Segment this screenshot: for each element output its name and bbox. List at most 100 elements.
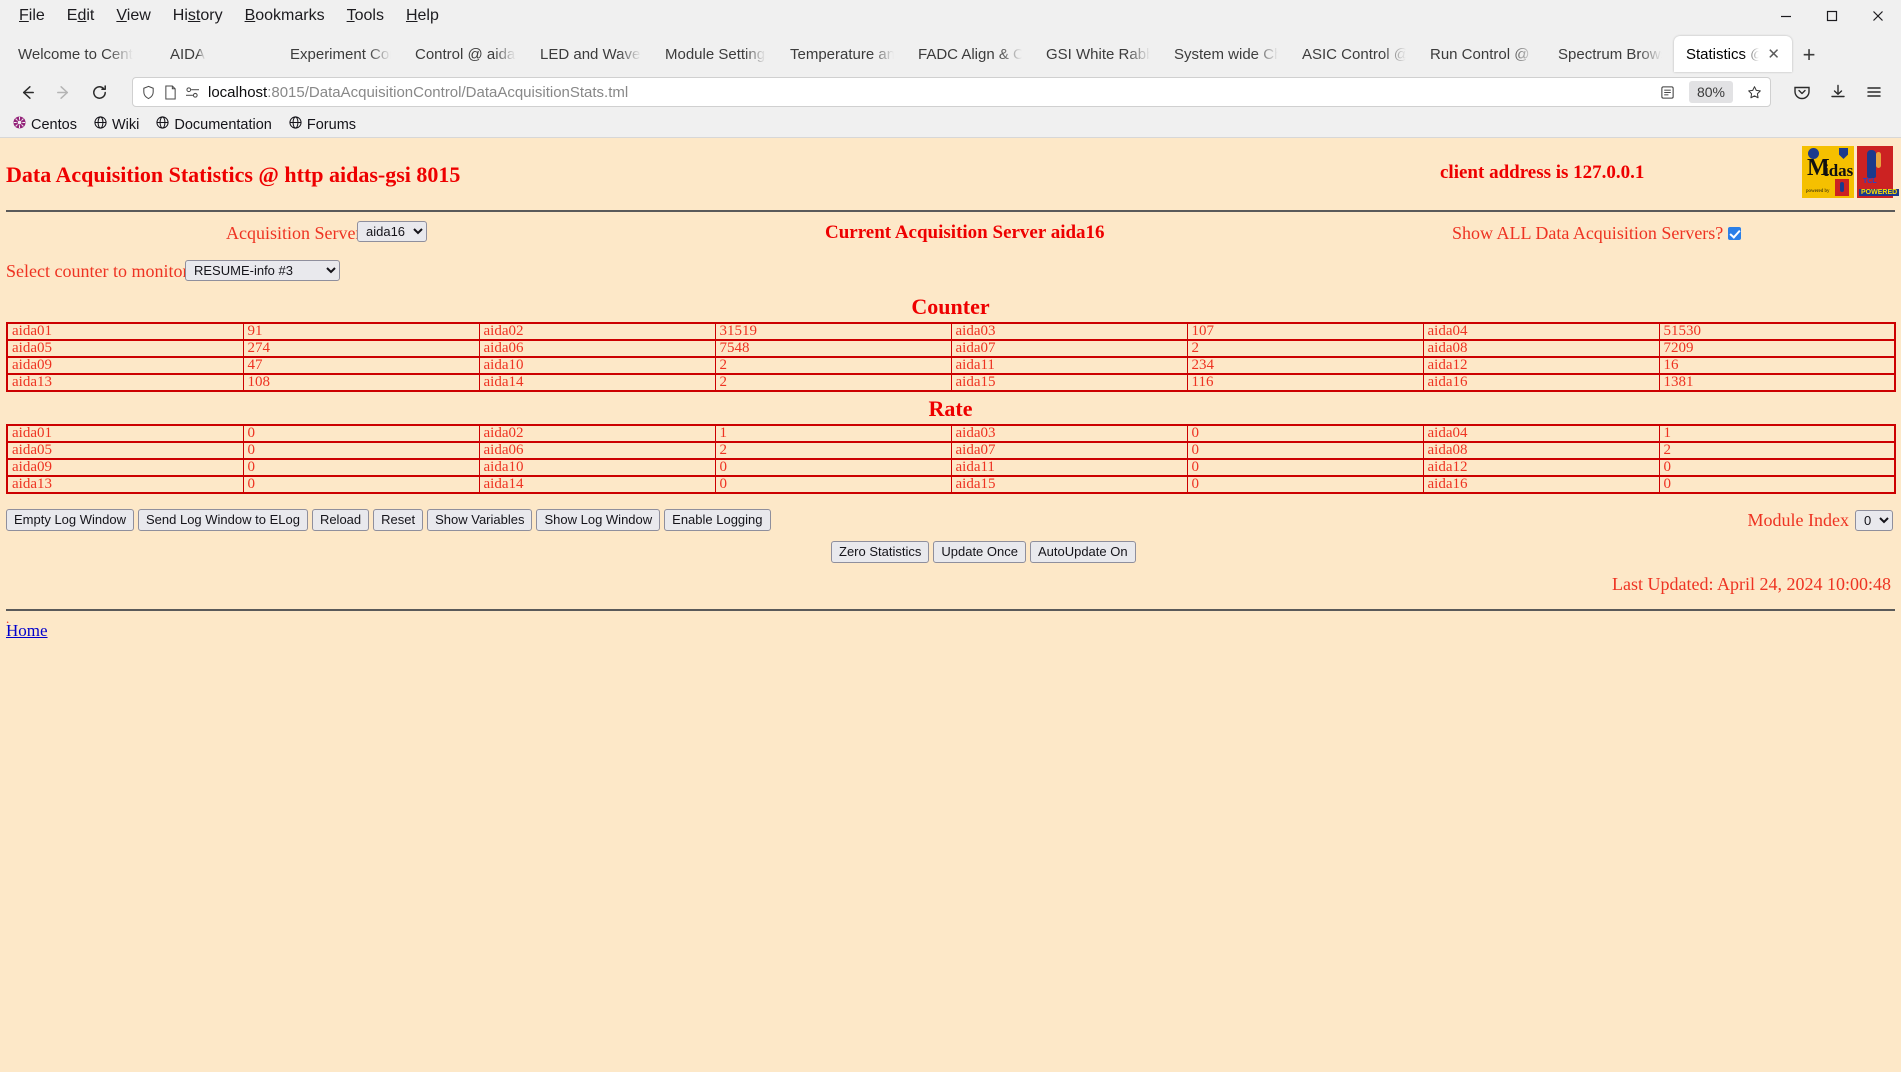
forward-arrow-icon[interactable] <box>46 75 80 109</box>
tab-control-aidas[interactable]: Control @ aidas- <box>403 36 528 72</box>
zero-statistics-button[interactable]: Zero Statistics <box>831 541 930 563</box>
table-row: aida01 91 aida02 31519 aida03 107 aida04… <box>6 322 1896 341</box>
cell-value: 0 <box>242 458 480 477</box>
back-arrow-icon[interactable] <box>10 75 44 109</box>
tab-temperature[interactable]: Temperature and <box>778 36 906 72</box>
tab-led-and-waveform[interactable]: LED and Wavefor <box>528 36 653 72</box>
cell-name: aida03 <box>950 322 1188 341</box>
cell-name: aida01 <box>6 424 244 443</box>
rate-table: aida01 0 aida02 1 aida03 0 aida04 1 aida… <box>6 424 1896 494</box>
autoupdate-on-button[interactable]: AutoUpdate On <box>1029 541 1136 563</box>
tab-experiment-control[interactable]: Experiment Contr <box>278 36 403 72</box>
send-log-to-elog-button[interactable]: Send Log Window to ELog <box>138 509 308 531</box>
counter-select[interactable]: RESUME-info #3 <box>185 260 340 281</box>
tab-statistics[interactable]: Statistics @ aid ✕ <box>1674 36 1792 72</box>
menu-help[interactable]: Help <box>395 4 450 28</box>
midas-shield-icon <box>1839 148 1848 159</box>
midas-logo: M idas powered by <box>1802 146 1854 198</box>
cell-name: aida03 <box>950 424 1188 443</box>
cell-name: aida06 <box>478 339 716 358</box>
cell-value: 2 <box>1186 339 1424 358</box>
controls-row: Empty Log Window Send Log Window to ELog… <box>0 504 1901 563</box>
home-link[interactable]: Home <box>6 621 48 640</box>
bookmark-documentation[interactable]: Documentation <box>151 114 280 135</box>
module-index-group: Module Index 0 <box>1748 510 1893 531</box>
footer-spacer: . <box>6 611 10 626</box>
tab-welcome-to-centos[interactable]: Welcome to Cent <box>6 36 158 72</box>
bookmark-label: Wiki <box>111 116 140 133</box>
menu-bar: File Edit View History Bookmarks Tools H… <box>0 0 1901 32</box>
tab-system-wide-check[interactable]: System wide Che <box>1162 36 1290 72</box>
permissions-icon[interactable] <box>185 86 200 99</box>
menu-history[interactable]: History <box>162 4 234 28</box>
tab-close-icon[interactable]: ✕ <box>1767 47 1780 62</box>
maximize-icon[interactable] <box>1809 0 1855 32</box>
bookmark-wiki[interactable]: Wiki <box>89 114 147 135</box>
reset-button[interactable]: Reset <box>373 509 424 531</box>
hamburger-menu-icon[interactable] <box>1857 75 1891 109</box>
cell-name: aida08 <box>1422 339 1660 358</box>
menu-bookmarks[interactable]: Bookmarks <box>234 4 336 28</box>
bookmark-forums[interactable]: Forums <box>284 114 364 135</box>
bookmarks-bar: Centos Wiki Documentation Forums <box>0 112 1901 138</box>
cell-name: aida04 <box>1422 424 1660 443</box>
cell-name: aida10 <box>478 458 716 477</box>
counter-selection-row: Select counter to monitor RESUME-info #3 <box>0 252 1901 290</box>
close-icon[interactable] <box>1855 0 1901 32</box>
url-bar[interactable]: localhost:8015/DataAcquisitionControl/Da… <box>132 77 1771 107</box>
log-button-group: Empty Log Window Send Log Window to ELog… <box>6 509 771 531</box>
downloads-icon[interactable] <box>1821 75 1855 109</box>
show-variables-button[interactable]: Show Variables <box>427 509 533 531</box>
cell-name: aida05 <box>6 441 244 460</box>
table-row: aida01 0 aida02 1 aida03 0 aida04 1 <box>6 424 1896 443</box>
url-text[interactable]: localhost:8015/DataAcquisitionControl/Da… <box>208 84 1652 101</box>
pocket-icon[interactable] <box>1785 75 1819 109</box>
midas-logo-sub: powered by <box>1806 189 1830 194</box>
tab-module-settings[interactable]: Module Settings <box>653 36 778 72</box>
cell-value: 0 <box>1186 458 1424 477</box>
page-content: Data Acquisition Statistics @ http aidas… <box>0 138 1901 1072</box>
menu-edit[interactable]: Edit <box>56 4 106 28</box>
midas-logo-text: idas <box>1824 161 1854 180</box>
navigation-toolbar: localhost:8015/DataAcquisitionControl/Da… <box>0 72 1901 112</box>
show-log-window-button[interactable]: Show Log Window <box>536 509 661 531</box>
menu-tools[interactable]: Tools <box>336 4 395 28</box>
tab-fadc-align[interactable]: FADC Align & Co <box>906 36 1034 72</box>
table-row: aida13 0 aida14 0 aida15 0 aida16 0 <box>6 475 1896 494</box>
acquisition-server-select[interactable]: aida16 <box>357 221 427 242</box>
empty-log-window-button[interactable]: Empty Log Window <box>6 509 134 531</box>
logo-group: M idas powered by TCL POWERED <box>1802 146 1900 198</box>
star-icon[interactable] <box>1747 85 1762 100</box>
menu-view[interactable]: View <box>105 4 161 28</box>
tab-run-control[interactable]: Run Control @ ai <box>1418 36 1546 72</box>
cell-name: aida16 <box>1422 475 1660 494</box>
new-tab-button[interactable]: + <box>1792 38 1826 72</box>
tab-gsi-white-rabbit[interactable]: GSI White Rabbit <box>1034 36 1162 72</box>
cell-value: 2 <box>714 356 952 375</box>
tab-spectrum-browser[interactable]: Spectrum Browse <box>1546 36 1674 72</box>
acquisition-server-select-wrap: aida16 <box>357 221 427 242</box>
tab-aida[interactable]: AIDA <box>158 36 278 72</box>
tab-asic-control[interactable]: ASIC Control @ a <box>1290 36 1418 72</box>
module-index-select[interactable]: 0 <box>1855 510 1893 531</box>
tcl-feather-accent-icon <box>1876 152 1881 168</box>
enable-logging-button[interactable]: Enable Logging <box>664 509 771 531</box>
zoom-level-badge[interactable]: 80% <box>1688 81 1733 103</box>
show-all-servers-checkbox[interactable] <box>1728 227 1742 240</box>
cell-value: 31519 <box>714 322 952 341</box>
update-once-button[interactable]: Update Once <box>933 541 1026 563</box>
menu-file[interactable]: File <box>8 4 56 28</box>
page-icon[interactable] <box>164 84 177 100</box>
bookmark-label: Forums <box>306 116 357 133</box>
counter-select-wrap: RESUME-info #3 <box>185 260 340 281</box>
reader-view-icon[interactable] <box>1660 85 1675 100</box>
minimize-icon[interactable] <box>1763 0 1809 32</box>
bookmark-centos[interactable]: Centos <box>8 114 85 135</box>
reload-icon[interactable] <box>82 75 116 109</box>
last-updated-text: Last Updated: April 24, 2024 10:00:48 <box>1612 574 1891 594</box>
cell-name: aida07 <box>950 441 1188 460</box>
show-all-servers-label: Show ALL Data Acquisition Servers? <box>1452 223 1742 244</box>
shield-icon[interactable] <box>141 85 156 100</box>
reload-button[interactable]: Reload <box>311 509 370 531</box>
cell-name: aida01 <box>6 322 244 341</box>
